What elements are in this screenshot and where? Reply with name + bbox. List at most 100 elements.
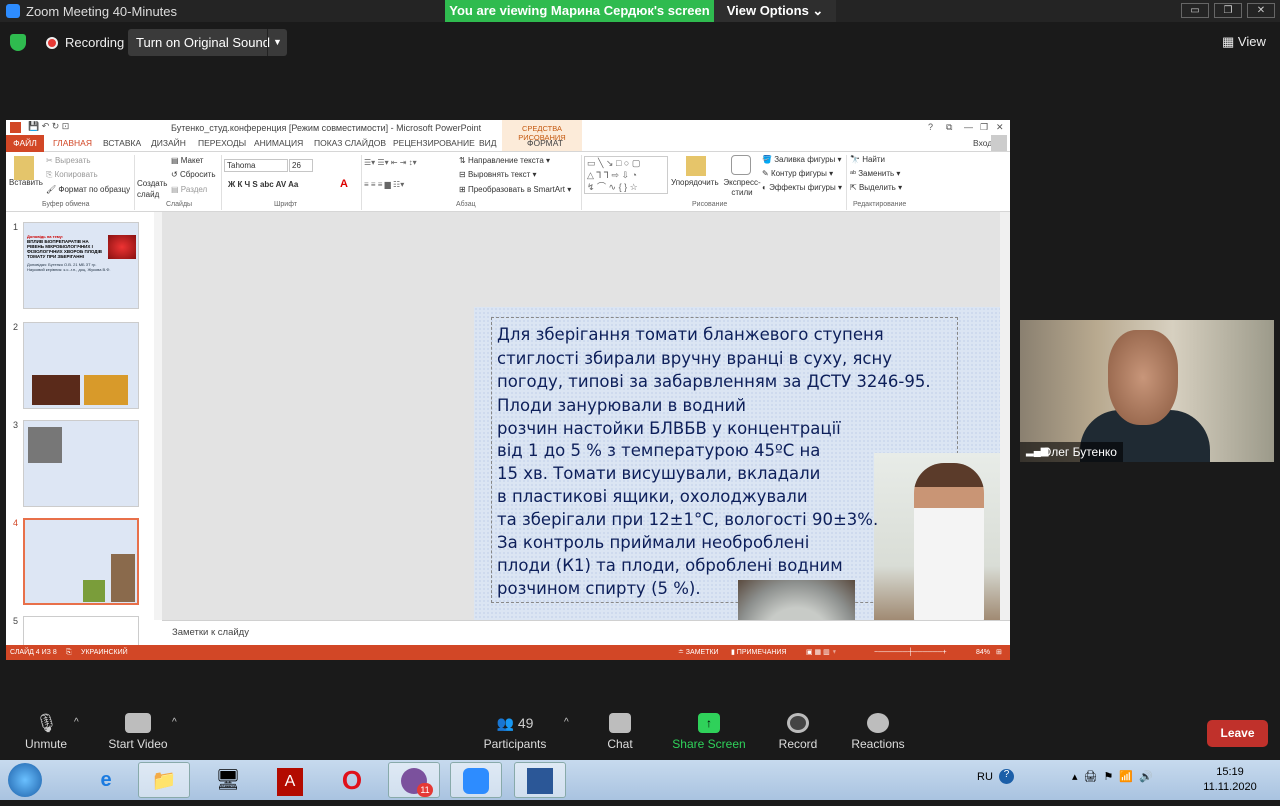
notes-toggle[interactable]: ≐ ЗАМЕТКИ (678, 645, 719, 660)
quick-access-icons[interactable]: 💾 ↶ ↻ ⊡ (28, 121, 69, 132)
ppt-logo-icon (10, 122, 21, 133)
close-button[interactable]: ✕ (1247, 3, 1275, 18)
word-icon[interactable] (514, 762, 566, 798)
participant-video[interactable]: ▂▄▆ Олег Бутенко (1020, 320, 1274, 462)
tab-home[interactable]: ГЛАВНАЯ (53, 138, 92, 148)
tab-transitions[interactable]: ПЕРЕХОДЫ (198, 138, 246, 148)
view-button[interactable]: ▦ View (1222, 34, 1266, 50)
slide-thumbnail-1[interactable]: Доповідь на тему: ВПЛИВ БІОПРЕПАРАТІВ НА… (23, 222, 139, 309)
tray-icons[interactable]: ▴🖨⚑📶🔊 (1072, 770, 1159, 783)
participants-button[interactable]: 👥 49 Participants (482, 705, 548, 760)
language-indicator[interactable]: УКРАИНСКИЙ (81, 645, 128, 660)
chevron-down-icon[interactable]: ▼ (267, 29, 287, 56)
font-size-select[interactable]: 26 (289, 159, 313, 172)
slide-text-line: плоди (К1) та плоди, оброблені водним (497, 556, 843, 575)
security-shield-icon[interactable] (10, 34, 26, 51)
leave-button[interactable]: Leave (1207, 720, 1268, 747)
acrobat-icon[interactable]: A (264, 762, 316, 798)
signin-link[interactable]: Вход (973, 138, 992, 148)
view-options-button[interactable]: View Options ⌄ (714, 0, 836, 22)
fit-slide-icon[interactable]: ⊞ (996, 645, 1002, 660)
thumbnails-scrollbar[interactable] (154, 212, 162, 620)
maximize-button[interactable]: ❐ (1214, 3, 1242, 18)
record-button[interactable]: Record (776, 705, 820, 760)
reactions-button[interactable]: Reactions (850, 705, 906, 760)
smartart-button[interactable]: ⊞ Преобразовать в SmartArt ▾ (459, 185, 571, 194)
tab-design[interactable]: ДИЗАЙН (151, 138, 186, 148)
unmute-button[interactable]: 🎙 Unmute (20, 705, 72, 760)
help-icon[interactable]: ? (999, 769, 1014, 784)
tab-format[interactable]: ФОРМАТ (527, 138, 563, 148)
video-options-caret[interactable]: ^ (172, 717, 177, 728)
slide-thumbnail-3[interactable] (23, 420, 139, 507)
shape-fill-button[interactable]: 🪣 Заливка фигуры ▾ (762, 155, 842, 164)
taskbar-clock[interactable]: 15:19 11.11.2020 (1200, 765, 1260, 795)
user-avatar-icon[interactable] (991, 135, 1007, 151)
replace-button[interactable]: ᵃᵇ Заменить ▾ (850, 169, 900, 178)
list-buttons[interactable]: ☰▾ ☰▾ ⇤ ⇥ ↕▾ (364, 158, 417, 167)
tab-animation[interactable]: АНИМАЦИЯ (254, 138, 303, 148)
help-button[interactable]: ? (928, 122, 933, 132)
text-direction-button[interactable]: ⇅ Направление текста ▾ (459, 156, 550, 165)
tab-slideshow[interactable]: ПОКАЗ СЛАЙДОВ (314, 138, 386, 148)
view-mode-icons[interactable]: ▣ ▦ ▥ ♆ (806, 645, 837, 660)
network-computer-icon[interactable]: 🖥 (202, 762, 254, 798)
reset-button[interactable]: ↺ Сбросить (171, 170, 216, 179)
internet-explorer-icon[interactable]: e (80, 762, 132, 798)
viewing-banner: You are viewing Марина Сердюк's screen (445, 0, 714, 22)
quick-styles-button[interactable]: Экспресс-стили (722, 178, 762, 198)
new-slide-button[interactable]: Создать слайд (137, 178, 171, 200)
notes-field[interactable]: Заметки к слайду (162, 620, 1010, 645)
align-text-button[interactable]: ⊟ Выровнять текст ▾ (459, 170, 537, 179)
slide-thumbnail-4[interactable] (23, 518, 139, 605)
zoom-level[interactable]: 84% (976, 645, 990, 660)
font-style-buttons[interactable]: Ж К Ч S abc AV Aa (228, 180, 298, 189)
original-sound-button[interactable]: Turn on Original Sound ▼ (128, 29, 287, 56)
cut-button[interactable]: ✂ Вырезать (46, 156, 91, 165)
tab-review[interactable]: РЕЦЕНЗИРОВАНИЕ (393, 138, 475, 148)
share-screen-button[interactable]: ↑ Share Screen (672, 705, 746, 760)
spellcheck-icon[interactable]: ⎘ (66, 645, 72, 660)
tab-file[interactable]: ФАЙЛ (6, 135, 44, 152)
paste-button[interactable]: Вставить (9, 178, 43, 187)
shape-outline-button[interactable]: ✎ Контур фигуры ▾ (762, 169, 833, 178)
copy-button[interactable]: ⎘ Копировать (46, 170, 98, 180)
ribbon-display-button[interactable]: ⧉ (946, 122, 952, 133)
thumb-number: 1 (13, 222, 19, 232)
slide-text-line: погоду, типові за забарвленням за ДСТУ 3… (497, 372, 931, 391)
opera-icon[interactable]: O (326, 762, 378, 798)
shapes-gallery[interactable]: ▭ ╲ ↘ □ ○ ▢ △ ⅂ ⅂ ⇨ ⇩ ◔ ↯ ⌒ ∿ { } ☆ (584, 156, 668, 194)
zoom-slider[interactable]: −──────┼──────+ (874, 645, 947, 660)
reactions-label: Reactions (851, 737, 905, 751)
tab-view[interactable]: ВИД (479, 138, 497, 148)
select-button[interactable]: ⇱ Выделить ▾ (850, 183, 902, 192)
arrange-button[interactable]: Упорядочить (671, 178, 719, 187)
quick-styles-icon (731, 155, 751, 175)
shape-effects-button[interactable]: ◐ Эффекты фигуры ▾ (762, 183, 842, 192)
tab-insert[interactable]: ВСТАВКА (103, 138, 141, 148)
comments-toggle[interactable]: ▮ ПРИМЕЧАНИЯ (731, 645, 787, 660)
ppt-close-button[interactable]: ✕ (996, 122, 1004, 133)
slide-scrollbar[interactable] (1000, 212, 1010, 620)
ppt-restore-button[interactable]: ❐ (980, 122, 988, 133)
file-explorer-icon[interactable]: 📁 (138, 762, 190, 798)
slide-text-line: стиглості збирали вручну вранці в суху, … (497, 349, 893, 368)
minimize-button[interactable]: ▭ (1181, 3, 1209, 18)
start-video-button[interactable]: Start Video (106, 705, 170, 760)
ppt-minimize-button[interactable]: — (964, 122, 973, 132)
align-buttons[interactable]: ≡ ≡ ≡ ▆ ☷▾ (364, 180, 404, 189)
section-button[interactable]: ▤ Раздел (171, 185, 207, 194)
slide-thumbnail-2[interactable] (23, 322, 139, 409)
viber-icon[interactable]: 11 (388, 762, 440, 798)
font-name-select[interactable]: Tahoma (224, 159, 288, 172)
audio-options-caret[interactable]: ^ (74, 717, 79, 728)
format-painter-button[interactable]: 🖌 Формат по образцу (46, 185, 130, 194)
start-button[interactable] (8, 763, 42, 797)
zoom-app-icon[interactable] (450, 762, 502, 798)
language-indicator[interactable]: RU (977, 771, 993, 783)
font-color-button[interactable]: A (340, 178, 348, 190)
participants-options-caret[interactable]: ^ (564, 717, 569, 728)
find-button[interactable]: 🔭 Найти (850, 155, 885, 164)
layout-button[interactable]: ▤ Макет (171, 156, 203, 165)
chat-button[interactable]: Chat (600, 705, 640, 760)
